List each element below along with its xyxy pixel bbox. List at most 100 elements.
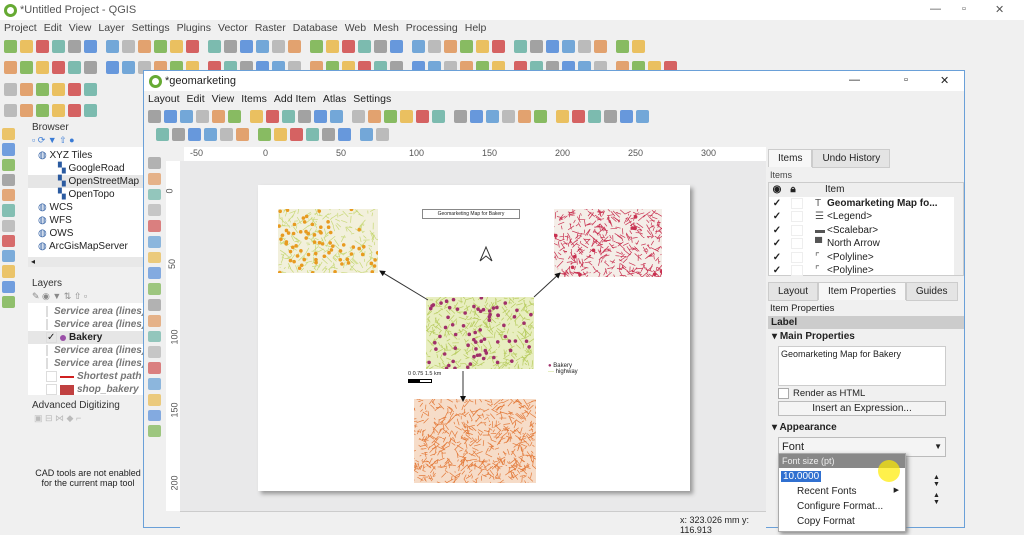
toolbar-button-icon[interactable] (530, 40, 543, 53)
toolbar-button-icon[interactable] (4, 40, 17, 53)
layout-menu-items[interactable]: Items (241, 93, 267, 105)
toolbar-button-icon[interactable] (36, 40, 49, 53)
lock-checkbox[interactable] (791, 198, 803, 209)
layout-item-row[interactable]: ✓▀North Arrow (769, 237, 963, 251)
menu-web[interactable]: Web (345, 22, 366, 34)
layout-tool-icon[interactable] (148, 173, 161, 185)
layout-tool-icon[interactable] (148, 299, 161, 311)
toolbar-button-icon[interactable] (562, 40, 575, 53)
tab-item-properties[interactable]: Item Properties (818, 282, 906, 300)
visibility-checkbox[interactable]: ✓ (769, 211, 785, 222)
lock-checkbox[interactable] (791, 238, 803, 249)
layer-item[interactable]: Shortest path (28, 370, 144, 383)
toolbar-button-icon[interactable] (454, 110, 467, 123)
toolbar-button-icon[interactable] (106, 40, 119, 53)
layout-item-row[interactable]: ✓TGeomarketing Map fo... (769, 197, 963, 211)
toolbar-button-icon[interactable] (604, 110, 617, 123)
layer-item[interactable]: Service area (lines) (28, 305, 144, 318)
menu-help[interactable]: Help (465, 22, 487, 34)
menu-view[interactable]: View (69, 22, 92, 34)
font-size-spinner[interactable]: ▲▼ (933, 474, 945, 488)
toolbar-button-icon[interactable] (272, 40, 285, 53)
layer-item[interactable]: shop_bakery (28, 383, 144, 395)
toolbar-button-icon[interactable] (212, 110, 225, 123)
toolbar-button-icon[interactable] (314, 110, 327, 123)
toolbar-button-icon[interactable] (572, 110, 585, 123)
menu-plugins[interactable]: Plugins (177, 22, 211, 34)
menu-project[interactable]: Project (4, 22, 37, 34)
toolbar-button-icon[interactable] (416, 110, 429, 123)
layout-item-row[interactable]: ✓⌜<Polyline> (769, 264, 963, 278)
toolbar-button-icon[interactable] (298, 110, 311, 123)
toolbar-button-icon[interactable] (138, 40, 151, 53)
toolbar-button-icon[interactable] (400, 110, 413, 123)
toolbar-button-icon[interactable] (374, 40, 387, 53)
toolbar-button-icon[interactable] (330, 110, 343, 123)
appearance-header[interactable]: ▾ Appearance (768, 416, 964, 435)
layout-item-row[interactable]: ✓▬<Scalebar> (769, 224, 963, 238)
toolbar-button-icon[interactable] (620, 110, 633, 123)
toolbar-button-icon[interactable] (170, 40, 183, 53)
toolbar-button-icon[interactable] (326, 40, 339, 53)
toolbar-button-icon[interactable] (256, 40, 269, 53)
lock-checkbox[interactable] (791, 265, 803, 276)
toolbar-button-icon[interactable] (432, 110, 445, 123)
toolbar-button-icon[interactable] (188, 128, 201, 141)
layout-minimize-button[interactable]: — (849, 74, 860, 86)
layer-item[interactable]: Service area (lines) (28, 344, 144, 357)
browser-item[interactable]: ▚ OpenStreetMap (28, 175, 144, 188)
toolbar-button-icon[interactable] (68, 61, 81, 74)
toolbar-button-icon[interactable] (4, 61, 17, 74)
toolbar-button-icon[interactable] (282, 110, 295, 123)
toolbar-button-icon[interactable] (224, 40, 237, 53)
tab-guides[interactable]: Guides (906, 282, 958, 301)
add-layer-icon[interactable] (2, 296, 15, 308)
toolbar-button-icon[interactable] (288, 40, 301, 53)
toolbar-button-icon[interactable] (306, 128, 319, 141)
toolbar-button-icon[interactable] (106, 61, 119, 74)
layout-tool-icon[interactable] (148, 189, 161, 201)
visibility-checkbox[interactable]: ✓ (769, 252, 785, 263)
layer-checkbox[interactable] (46, 384, 57, 395)
toolbar-button-icon[interactable] (290, 128, 303, 141)
legend-item[interactable]: ● Bakery — highway (548, 363, 578, 375)
lock-checkbox[interactable] (791, 225, 803, 236)
layout-menu-atlas[interactable]: Atlas (323, 93, 346, 105)
layout-canvas[interactable]: Geomarketing Map for Bakery 0 0.75 1.5 k… (180, 161, 766, 511)
add-layer-icon[interactable] (2, 250, 15, 262)
layout-tool-icon[interactable] (148, 220, 161, 232)
menu-configure-format[interactable]: Configure Format... (779, 501, 905, 516)
toolbar-button-icon[interactable] (4, 104, 17, 117)
toolbar-button-icon[interactable] (84, 40, 97, 53)
visibility-checkbox[interactable]: ✓ (769, 265, 785, 276)
toolbar-button-icon[interactable] (368, 110, 381, 123)
toolbar-button-icon[interactable] (228, 110, 241, 123)
layout-maximize-button[interactable]: ▫ (904, 74, 908, 86)
browser-scrollbar[interactable]: ◂ (28, 257, 144, 267)
layer-checkbox[interactable] (46, 371, 57, 382)
layout-menu-add-item[interactable]: Add Item (274, 93, 316, 105)
toolbar-button-icon[interactable] (258, 128, 271, 141)
layer-checkbox[interactable] (46, 306, 48, 317)
toolbar-button-icon[interactable] (156, 128, 169, 141)
layout-menu-settings[interactable]: Settings (353, 93, 391, 105)
menu-recent-fonts[interactable]: Recent Fonts▶ (779, 486, 905, 501)
spinner[interactable]: ▲▼ (933, 492, 945, 506)
tab-undo-history[interactable]: Undo History (812, 149, 890, 168)
visibility-checkbox[interactable]: ✓ (769, 225, 785, 236)
toolbar-button-icon[interactable] (236, 128, 249, 141)
add-layer-icon[interactable] (2, 189, 15, 201)
toolbar-button-icon[interactable] (518, 110, 531, 123)
layer-checkbox[interactable] (46, 319, 48, 330)
toolbar-button-icon[interactable] (52, 40, 65, 53)
toolbar-button-icon[interactable] (52, 61, 65, 74)
browser-item[interactable]: ▚ GoogleRoad (28, 162, 144, 175)
toolbar-button-icon[interactable] (20, 40, 33, 53)
layout-menu-view[interactable]: View (212, 93, 235, 105)
toolbar-button-icon[interactable] (352, 110, 365, 123)
toolbar-button-icon[interactable] (616, 40, 629, 53)
menu-edit[interactable]: Edit (44, 22, 62, 34)
toolbar-button-icon[interactable] (52, 104, 65, 117)
toolbar-button-icon[interactable] (68, 83, 81, 96)
toolbar-button-icon[interactable] (322, 128, 335, 141)
